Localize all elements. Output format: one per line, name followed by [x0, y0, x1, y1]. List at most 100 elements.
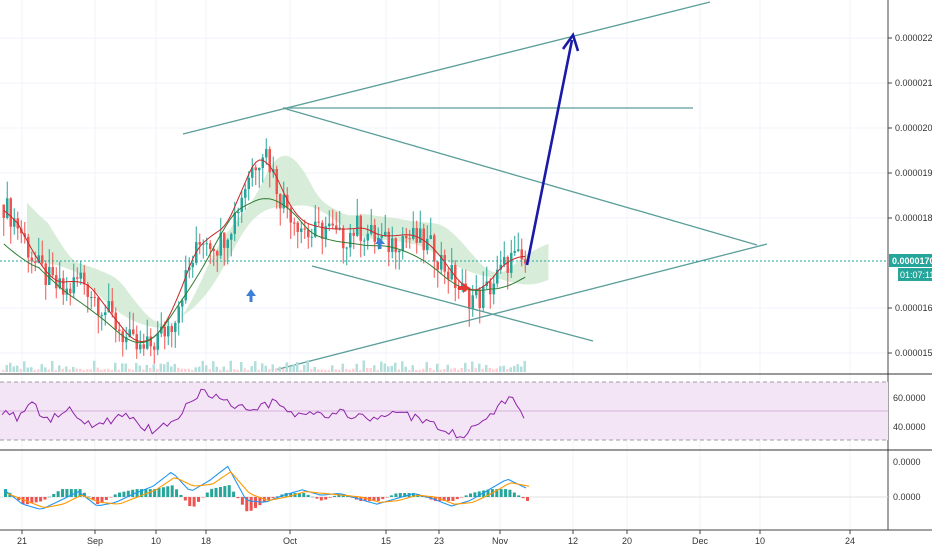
- price-tick-label: 0.00002100: [895, 78, 932, 88]
- volume-bar: [229, 360, 232, 372]
- macd-pane[interactable]: 0.0000 0.0000: [0, 457, 921, 512]
- volume-bar: [450, 368, 453, 372]
- volume-bar: [264, 365, 267, 372]
- time-tick-label: 18: [201, 536, 211, 546]
- macd-histogram-bar: [328, 497, 332, 498]
- volume-bar: [285, 362, 288, 372]
- cloud-segment: [125, 287, 129, 319]
- volume-bar: [383, 363, 386, 372]
- macd-histogram-bar: [324, 497, 328, 500]
- macd-histogram-bar: [179, 494, 183, 497]
- time-tick-label: Oct: [283, 536, 298, 546]
- volume-bar: [317, 369, 320, 372]
- candle-body: [412, 227, 415, 239]
- candle-body: [380, 235, 383, 238]
- candle-body: [510, 252, 513, 273]
- time-axis[interactable]: 21 Sep 10 18 Oct 15 23 Nov 12 20 Dec 10 24: [17, 530, 855, 546]
- volume-bar: [334, 369, 337, 372]
- macd-histogram-bar: [218, 486, 222, 497]
- candle-body: [468, 287, 471, 310]
- volume-bar: [404, 366, 407, 372]
- candle-body: [268, 149, 271, 173]
- candle-body: [349, 232, 352, 248]
- volume-bar: [177, 367, 180, 372]
- macd-histogram-bar: [188, 497, 192, 507]
- volume-bar: [68, 369, 71, 372]
- volume-bar: [453, 367, 456, 372]
- chart-canvas[interactable]: 0.00002200 0.00002100 0.00002000 0.00001900…: [0, 0, 932, 550]
- candle-body: [62, 278, 65, 295]
- candle-body: [79, 272, 82, 279]
- volume-bar: [226, 369, 229, 372]
- volume-bar: [481, 368, 484, 372]
- candle-body: [209, 243, 212, 249]
- candle-body: [436, 261, 439, 270]
- cloud-segment: [457, 237, 461, 269]
- volume-bar: [348, 369, 351, 372]
- candle-body: [408, 238, 411, 240]
- candle-body: [363, 240, 366, 242]
- macd-histogram-bar: [385, 497, 389, 498]
- time-tick-label: 20: [622, 536, 632, 546]
- cloud-segment: [97, 269, 101, 297]
- volume-bar: [5, 365, 8, 372]
- macd-histogram-bar: [254, 497, 258, 508]
- candle-body: [142, 344, 145, 349]
- macd-histogram-bar: [398, 493, 402, 497]
- candle-body: [275, 169, 278, 195]
- candle-body: [83, 272, 86, 285]
- macd-histogram-bar: [521, 497, 525, 499]
- volume-bar: [37, 369, 40, 372]
- candle-body: [261, 157, 264, 168]
- macd-histogram-bar: [61, 489, 65, 497]
- macd-histogram-bar: [240, 497, 244, 505]
- time-tick-label: 23: [434, 536, 444, 546]
- volume-bar: [72, 366, 75, 372]
- cloud-segment: [436, 223, 440, 257]
- volume-bar: [166, 361, 169, 372]
- volume-bar: [107, 368, 110, 372]
- volume-bar: [495, 368, 498, 372]
- volume-bar: [2, 370, 5, 372]
- candle-body: [303, 228, 306, 230]
- volume-bar: [261, 363, 264, 372]
- volume-bar: [338, 369, 341, 372]
- macd-histogram-bar: [192, 497, 196, 507]
- volume-bar: [198, 366, 201, 372]
- volume-bar: [103, 369, 106, 372]
- rsi-tick-40: 40.0000: [893, 422, 926, 432]
- cloud-segment: [104, 272, 108, 304]
- volume-bar: [523, 360, 526, 372]
- macd-histogram-bar: [447, 497, 451, 501]
- volume-bar: [247, 369, 250, 372]
- volume-bar: [19, 368, 22, 372]
- volume-bar: [516, 364, 519, 372]
- candle-body: [230, 233, 233, 240]
- macd-histogram-bar: [376, 497, 380, 501]
- volume-bar: [306, 360, 309, 372]
- volume-bar: [93, 360, 96, 372]
- volume-bar: [26, 367, 29, 372]
- macd-histogram-bar: [512, 492, 516, 497]
- time-tick-label: Sep: [87, 536, 103, 546]
- cloud-segment: [538, 246, 542, 284]
- macd-histogram-bar: [43, 497, 47, 500]
- candle-body: [118, 329, 121, 332]
- candle-body: [100, 315, 103, 317]
- volume-bar: [502, 365, 505, 372]
- volume-bar: [16, 365, 19, 372]
- macd-histogram-bar: [460, 497, 464, 498]
- time-tick-label: Nov: [492, 536, 509, 546]
- candle-body: [482, 285, 485, 309]
- cloud-segment: [513, 262, 517, 284]
- candle-body: [191, 262, 194, 268]
- candle-body: [398, 250, 401, 253]
- volume-bar: [296, 362, 299, 372]
- trading-chart[interactable]: 0.00002200 0.00002100 0.00002000 0.00001900…: [0, 0, 932, 550]
- rsi-pane[interactable]: 60.0000 40.0000: [0, 381, 926, 441]
- macd-histogram-bar: [306, 494, 310, 497]
- candle-body: [328, 223, 331, 227]
- price-axis[interactable]: 0.00002200 0.00002100 0.00002000 0.00001900…: [888, 33, 932, 358]
- cloud-segment: [531, 250, 535, 285]
- volume-bar: [313, 366, 316, 372]
